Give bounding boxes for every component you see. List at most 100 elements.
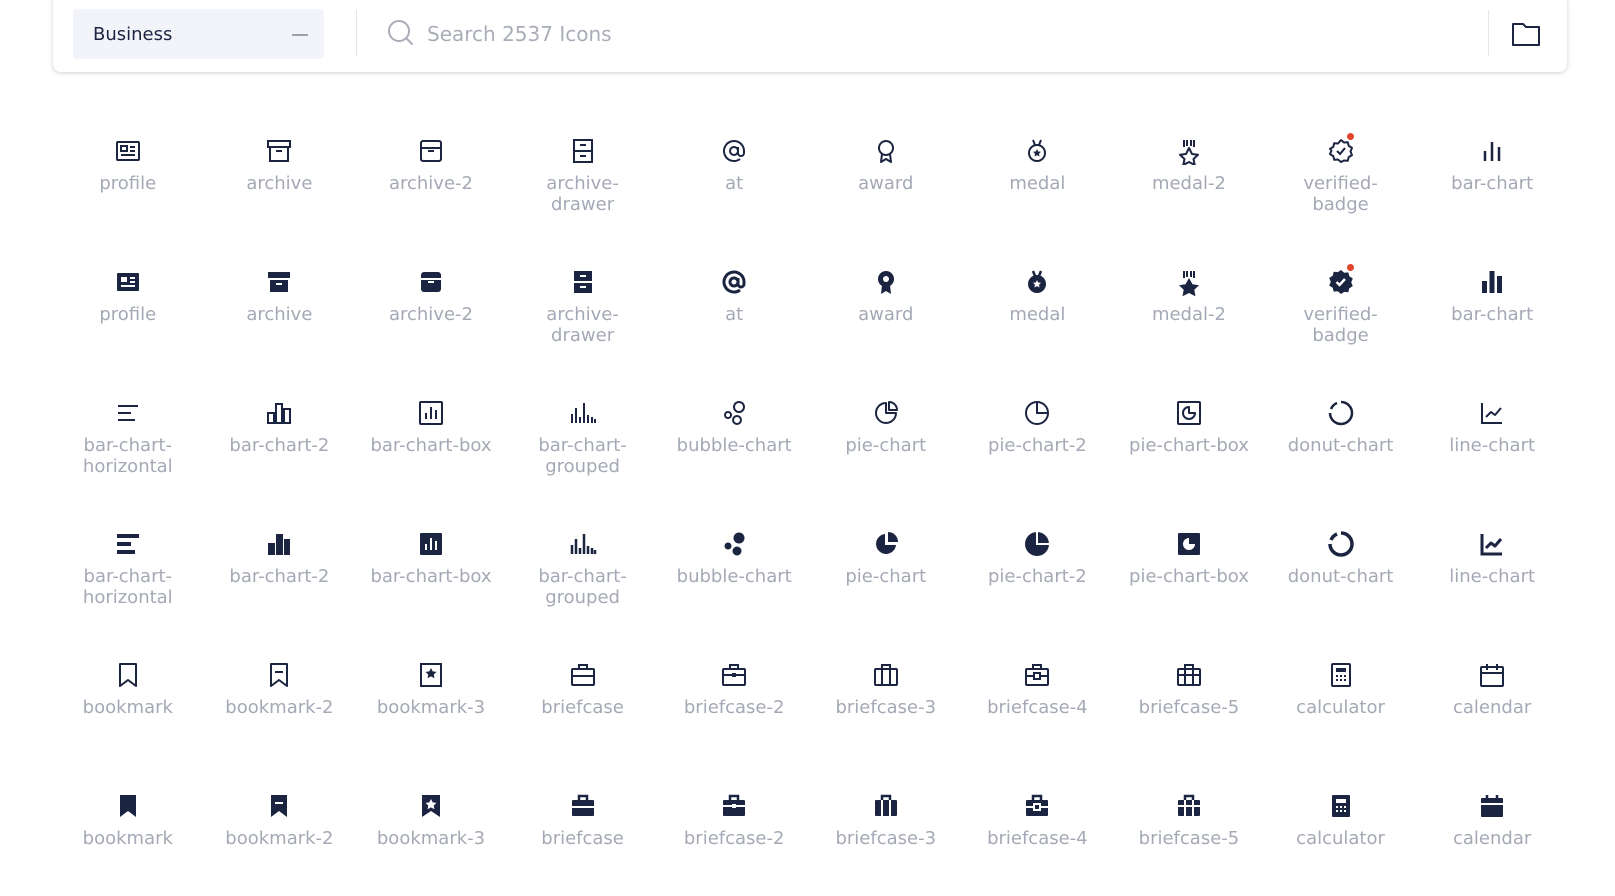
icon-tile-pie-chart-2-outline[interactable]: pie-chart-2 bbox=[962, 372, 1114, 503]
icon-tile-award-outline[interactable]: award bbox=[810, 110, 962, 241]
icon-label: medal bbox=[1009, 173, 1066, 194]
icon-search-toolbar: Business bbox=[53, 0, 1567, 72]
icon-tile-profile-filled[interactable]: profile bbox=[52, 241, 204, 372]
bar-chart-box-icon bbox=[417, 530, 445, 558]
icon-label: bar-chart-grouped bbox=[538, 435, 627, 477]
toolbar-divider bbox=[1488, 10, 1489, 56]
icon-label: line-chart bbox=[1449, 435, 1536, 456]
icon-tile-award-filled[interactable]: award bbox=[810, 241, 962, 372]
medal-icon bbox=[1023, 137, 1051, 165]
icon-tile-bar-chart-2-outline[interactable]: bar-chart-2 bbox=[204, 372, 356, 503]
icon-tile-medal-2-filled[interactable]: medal-2 bbox=[1113, 241, 1265, 372]
icon-tile-bookmark-outline[interactable]: bookmark bbox=[52, 634, 204, 765]
bar-chart-box-icon bbox=[417, 399, 445, 427]
medal-2-icon bbox=[1175, 268, 1203, 296]
icon-tile-calculator-filled[interactable]: calculator bbox=[1265, 765, 1417, 896]
bubble-chart-icon bbox=[720, 399, 748, 427]
folder-icon[interactable] bbox=[1507, 16, 1545, 52]
new-indicator-dot bbox=[1346, 133, 1354, 140]
icon-tile-calendar-filled[interactable]: calendar bbox=[1416, 765, 1568, 896]
award-icon bbox=[872, 137, 900, 165]
icon-tile-verified-badge-filled[interactable]: verified-badge bbox=[1265, 241, 1417, 372]
icon-tile-bookmark-filled[interactable]: bookmark bbox=[52, 765, 204, 896]
icon-label: bar-chart-horizontal bbox=[82, 566, 173, 608]
icon-label: line-chart bbox=[1449, 566, 1536, 587]
icon-tile-profile-outline[interactable]: profile bbox=[52, 110, 204, 241]
icon-tile-bar-chart-horizontal-filled[interactable]: bar-chart-horizontal bbox=[52, 503, 204, 634]
icon-tile-briefcase-3-filled[interactable]: briefcase-3 bbox=[810, 765, 962, 896]
icon-tile-calculator-outline[interactable]: calculator bbox=[1265, 634, 1417, 765]
bookmark-3-icon bbox=[417, 792, 445, 820]
icon-label: bar-chart bbox=[1451, 304, 1534, 325]
briefcase-5-icon bbox=[1175, 792, 1203, 820]
icon-tile-bookmark-3-outline[interactable]: bookmark-3 bbox=[355, 634, 507, 765]
icon-tile-briefcase-outline[interactable]: briefcase bbox=[507, 634, 659, 765]
icon-tile-bar-chart-box-outline[interactable]: bar-chart-box bbox=[355, 372, 507, 503]
icon-tile-donut-chart-outline[interactable]: donut-chart bbox=[1265, 372, 1417, 503]
bookmark-icon bbox=[114, 661, 142, 689]
icon-tile-archive-outline[interactable]: archive bbox=[204, 110, 356, 241]
icon-tile-archive-drawer-outline[interactable]: archive-drawer bbox=[507, 110, 659, 241]
bar-chart-horizontal-icon bbox=[114, 530, 142, 558]
icon-label: bookmark-2 bbox=[225, 828, 334, 849]
icon-label: medal bbox=[1009, 304, 1066, 325]
icon-tile-line-chart-outline[interactable]: line-chart bbox=[1416, 372, 1568, 503]
pie-chart-2-icon bbox=[1023, 530, 1051, 558]
icon-tile-briefcase-3-outline[interactable]: briefcase-3 bbox=[810, 634, 962, 765]
icon-label: archive-drawer bbox=[546, 173, 619, 215]
icon-tile-briefcase-2-outline[interactable]: briefcase-2 bbox=[658, 634, 810, 765]
icon-tile-pie-chart-2-filled[interactable]: pie-chart-2 bbox=[962, 503, 1114, 634]
icon-tile-bookmark-2-filled[interactable]: bookmark-2 bbox=[204, 765, 356, 896]
icon-tile-calendar-outline[interactable]: calendar bbox=[1416, 634, 1568, 765]
briefcase-icon bbox=[569, 661, 597, 689]
icon-tile-bar-chart-grouped-filled[interactable]: bar-chart-grouped bbox=[507, 503, 659, 634]
profile-icon bbox=[114, 268, 142, 296]
icon-tile-pie-chart-box-outline[interactable]: pie-chart-box bbox=[1113, 372, 1265, 503]
icon-tile-archive-2-filled[interactable]: archive-2 bbox=[355, 241, 507, 372]
icon-tile-medal-filled[interactable]: medal bbox=[962, 241, 1114, 372]
at-icon bbox=[720, 268, 748, 296]
icon-tile-briefcase-4-outline[interactable]: briefcase-4 bbox=[962, 634, 1114, 765]
icon-tile-bar-chart-2-filled[interactable]: bar-chart-2 bbox=[204, 503, 356, 634]
icon-tile-verified-badge-outline[interactable]: verified-badge bbox=[1265, 110, 1417, 241]
bookmark-icon bbox=[114, 792, 142, 820]
icon-tile-medal-outline[interactable]: medal bbox=[962, 110, 1114, 241]
icon-tile-briefcase-2-filled[interactable]: briefcase-2 bbox=[658, 765, 810, 896]
icon-tile-bubble-chart-filled[interactable]: bubble-chart bbox=[658, 503, 810, 634]
icon-label: archive-2 bbox=[388, 173, 473, 194]
search-input[interactable] bbox=[427, 16, 1467, 52]
icon-tile-briefcase-filled[interactable]: briefcase bbox=[507, 765, 659, 896]
icon-tile-donut-chart-filled[interactable]: donut-chart bbox=[1265, 503, 1417, 634]
icon-tile-bar-chart-filled[interactable]: bar-chart bbox=[1416, 241, 1568, 372]
icon-label: archive bbox=[246, 173, 313, 194]
icon-tile-archive-2-outline[interactable]: archive-2 bbox=[355, 110, 507, 241]
icon-tile-bar-chart-box-filled[interactable]: bar-chart-box bbox=[355, 503, 507, 634]
icon-tile-archive-drawer-filled[interactable]: archive-drawer bbox=[507, 241, 659, 372]
icon-label: bar-chart-horizontal bbox=[82, 435, 173, 477]
bar-chart-grouped-icon bbox=[569, 399, 597, 427]
icon-tile-briefcase-5-outline[interactable]: briefcase-5 bbox=[1113, 634, 1265, 765]
icon-tile-bar-chart-grouped-outline[interactable]: bar-chart-grouped bbox=[507, 372, 659, 503]
icon-tile-bookmark-2-outline[interactable]: bookmark-2 bbox=[204, 634, 356, 765]
icon-tile-briefcase-4-filled[interactable]: briefcase-4 bbox=[962, 765, 1114, 896]
icon-tile-bookmark-3-filled[interactable]: bookmark-3 bbox=[355, 765, 507, 896]
icon-tile-bar-chart-horizontal-outline[interactable]: bar-chart-horizontal bbox=[52, 372, 204, 503]
briefcase-icon bbox=[569, 792, 597, 820]
icon-tile-at-filled[interactable]: at bbox=[658, 241, 810, 372]
icon-tile-bubble-chart-outline[interactable]: bubble-chart bbox=[658, 372, 810, 503]
donut-chart-icon bbox=[1327, 399, 1355, 427]
pie-chart-2-icon bbox=[1023, 399, 1051, 427]
icon-tile-medal-2-outline[interactable]: medal-2 bbox=[1113, 110, 1265, 241]
icon-label: medal-2 bbox=[1151, 304, 1226, 325]
icon-tile-pie-chart-box-filled[interactable]: pie-chart-box bbox=[1113, 503, 1265, 634]
icon-tile-pie-chart-filled[interactable]: pie-chart bbox=[810, 503, 962, 634]
icon-tile-line-chart-filled[interactable]: line-chart bbox=[1416, 503, 1568, 634]
icon-tile-bar-chart-outline[interactable]: bar-chart bbox=[1416, 110, 1568, 241]
icon-label: bookmark bbox=[82, 697, 173, 718]
briefcase-3-icon bbox=[872, 661, 900, 689]
icon-tile-pie-chart-outline[interactable]: pie-chart bbox=[810, 372, 962, 503]
icon-tile-archive-filled[interactable]: archive bbox=[204, 241, 356, 372]
icon-tile-at-outline[interactable]: at bbox=[658, 110, 810, 241]
category-select[interactable]: Business bbox=[73, 9, 324, 59]
icon-tile-briefcase-5-filled[interactable]: briefcase-5 bbox=[1113, 765, 1265, 896]
